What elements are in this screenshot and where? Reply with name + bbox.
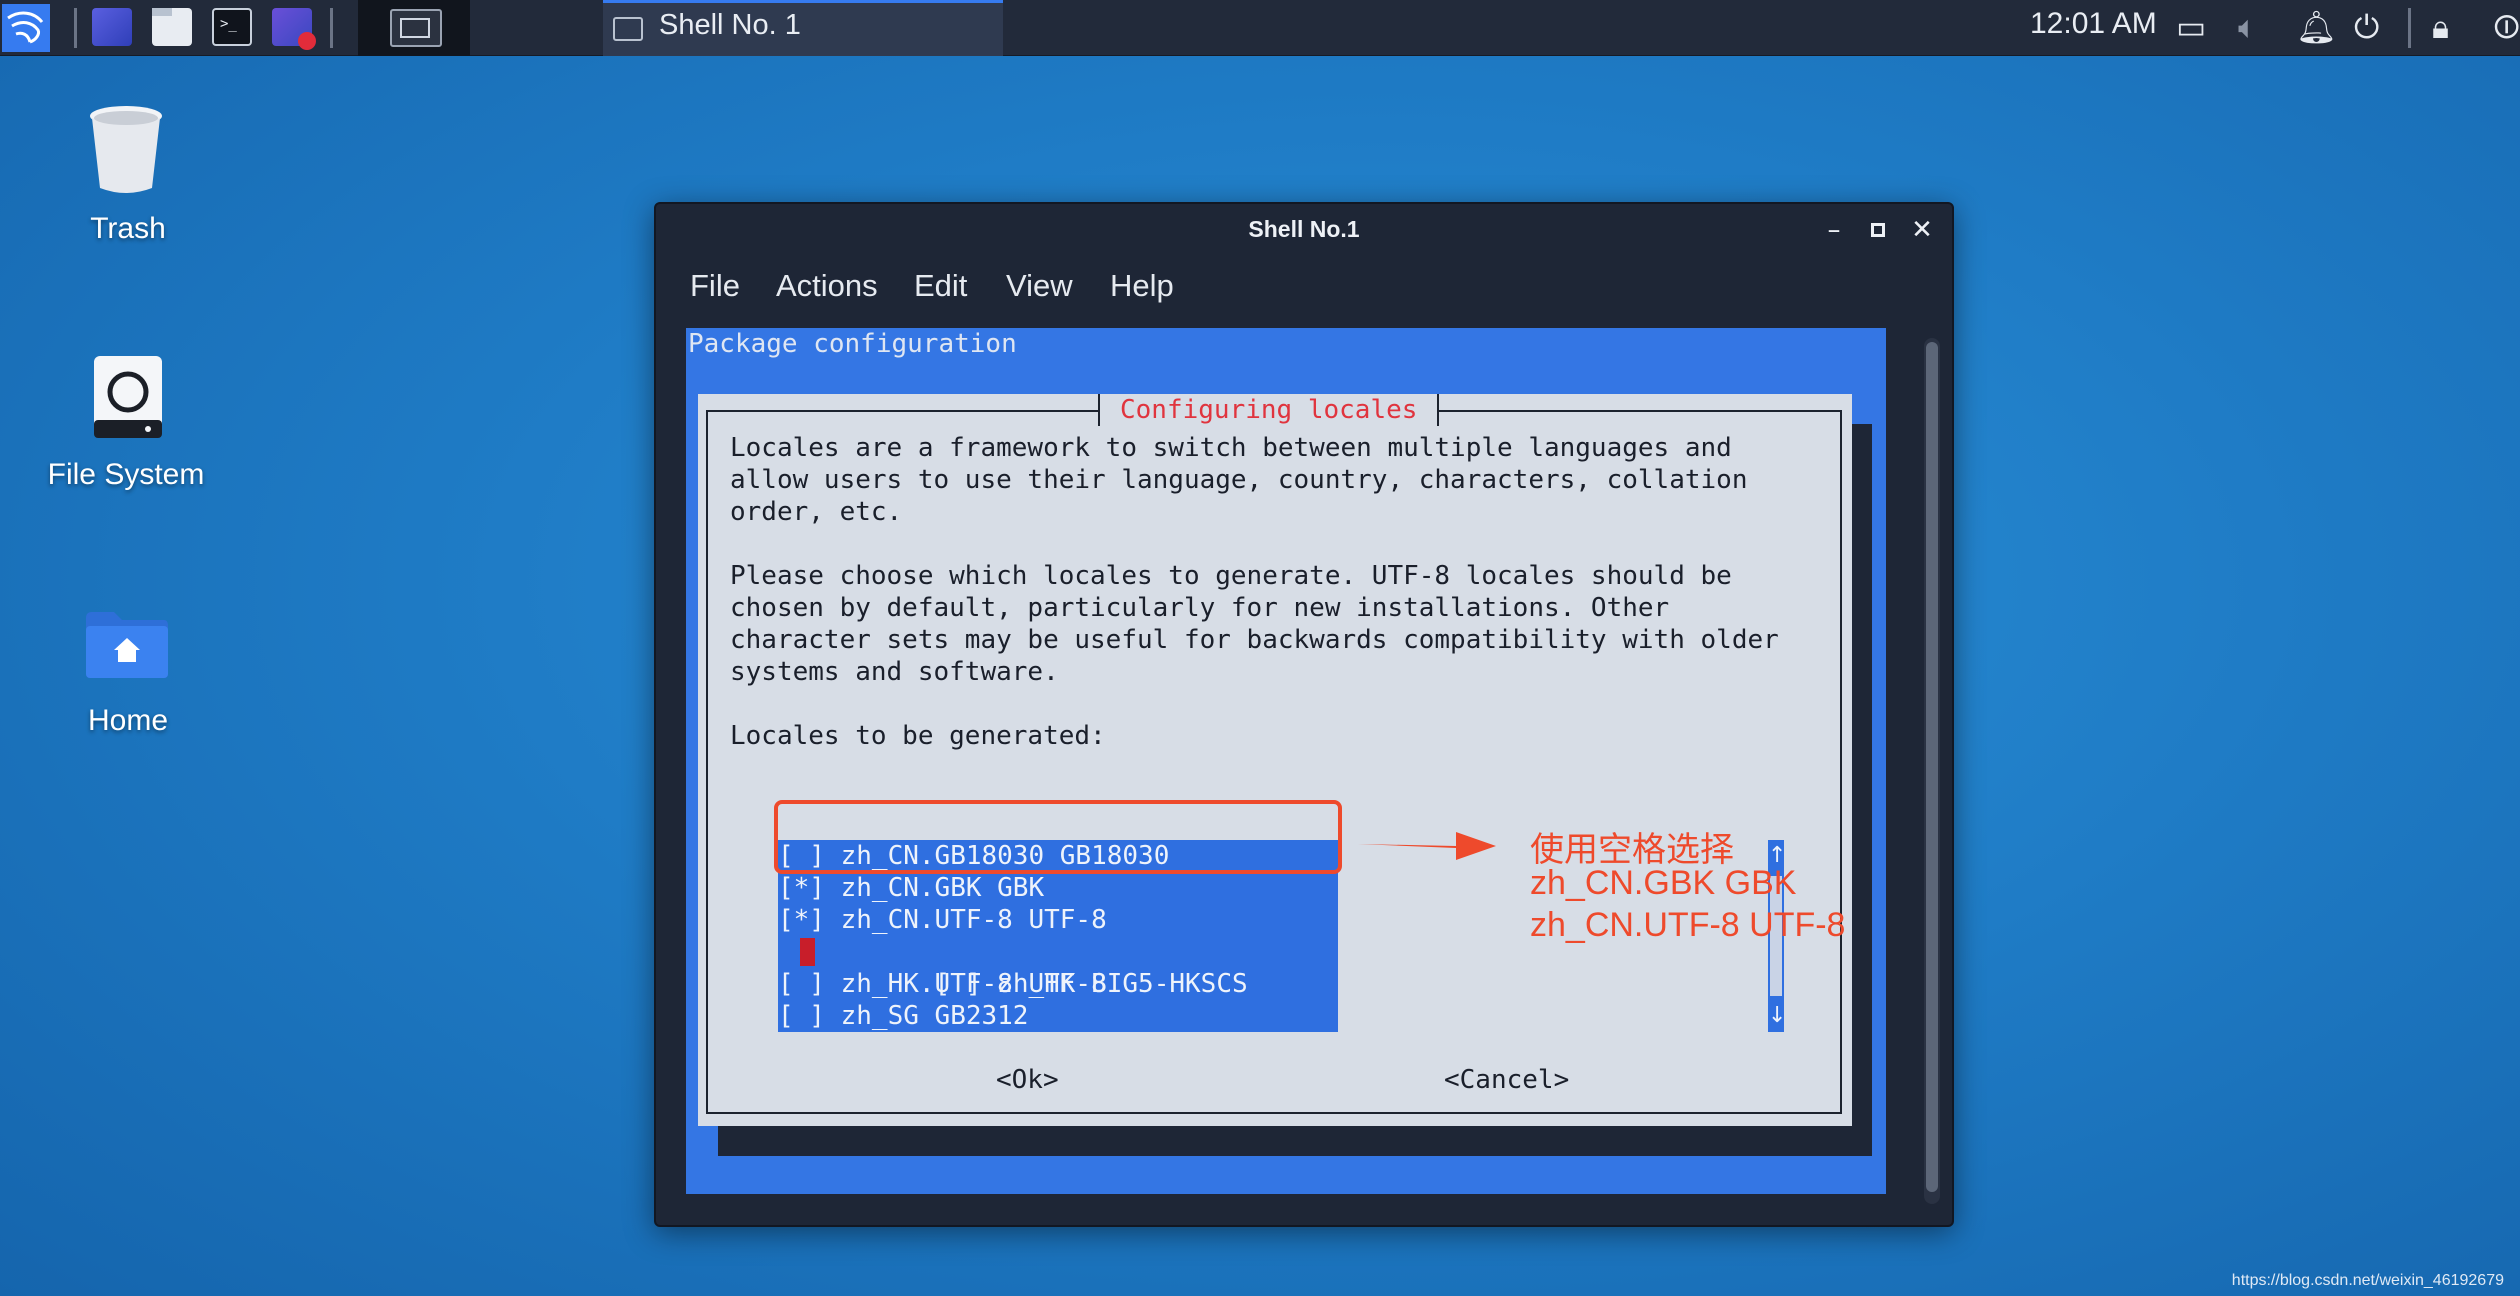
file-manager-icon[interactable] — [152, 8, 192, 46]
taskbar-separator — [2408, 8, 2411, 48]
notification-bell-icon[interactable]: 🔔︎ — [2296, 7, 2337, 47]
package-configuration-header: Package configuration — [688, 329, 1017, 359]
locale-checkbox[interactable]: [*] — [778, 873, 825, 903]
logout-icon[interactable]: ⏼ — [2494, 7, 2519, 47]
annotation-line-3: zh_CN.UTF-8 UTF-8 — [1530, 906, 1846, 944]
locale-checkbox[interactable]: [ ] — [778, 1001, 825, 1031]
taskbar: >_ Shell No. 1 12:01 AM ▭ 🔈︎ 🔔︎ ⏻ 🔒︎ ⏼ — [0, 0, 2520, 56]
locale-checkbox[interactable]: [*] — [778, 905, 825, 935]
terminal-icon[interactable]: >_ — [212, 8, 252, 46]
file-system-icon[interactable] — [92, 354, 164, 440]
dialog-description: Locales are a framework to switch betwee… — [730, 433, 1779, 751]
ok-button[interactable]: <Ok> — [996, 1064, 1059, 1096]
home-folder-icon[interactable] — [84, 610, 170, 680]
locale-name: zh_SG GB2312 — [840, 1001, 1029, 1031]
list-item[interactable]: [ ] zh_HK.UTF-8 UTF-8 — [778, 968, 1338, 1000]
workspace-icon[interactable] — [92, 8, 132, 46]
list-item[interactable]: [ ] zh_SG GB2312 — [778, 1000, 1338, 1032]
locale-name: zh_CN.UTF-8 UTF-8 — [840, 905, 1107, 935]
terminal-window: Shell No.1 – ✕ File Actions Edit View He… — [654, 202, 1954, 1227]
menu-view[interactable]: View — [1006, 268, 1073, 304]
text-cursor — [800, 938, 815, 966]
taskbar-separator — [330, 8, 333, 48]
minimize-icon[interactable]: – — [1818, 214, 1850, 246]
menu-actions[interactable]: Actions — [776, 268, 878, 304]
annotation-line-2: zh_CN.GBK GBK — [1530, 864, 1797, 902]
scroll-down-icon[interactable]: ↓ — [1768, 1000, 1786, 1032]
terminal-content[interactable]: Package configuration Configuring locale… — [686, 328, 1886, 1194]
volume-icon[interactable]: 🔈︎ — [2238, 7, 2257, 47]
workspace-terminal-thumb-icon[interactable] — [390, 9, 442, 47]
window-scrollbar[interactable] — [1924, 338, 1940, 1204]
display-icon[interactable]: ▭ — [2176, 7, 2206, 47]
cancel-button[interactable]: <Cancel> — [1444, 1064, 1569, 1096]
file-system-label[interactable]: File System — [16, 458, 236, 492]
close-icon[interactable]: ✕ — [1906, 214, 1938, 246]
list-item[interactable]: [ ] zh_HK BIG5-HKSCS — [778, 936, 1338, 999]
locales-dialog: Configuring locales Locales are a framew… — [698, 394, 1852, 1126]
menu-edit[interactable]: Edit — [914, 268, 967, 304]
terminal-window-icon — [613, 17, 643, 41]
window-title: Shell No.1 — [1248, 216, 1360, 242]
clock[interactable]: 12:01 AM — [2030, 7, 2157, 41]
list-item[interactable]: [*] zh_CN.GBK GBK — [778, 872, 1338, 904]
maximize-icon[interactable] — [1862, 214, 1894, 246]
window-scrollbar-thumb[interactable] — [1926, 342, 1938, 1192]
menu-help[interactable]: Help — [1110, 268, 1174, 304]
desktop: { "taskbar": { "clock": "12:01 AM", "tas… — [0, 0, 2520, 1296]
list-item[interactable]: [*] zh_CN.UTF-8 UTF-8 — [778, 904, 1338, 936]
locale-checkbox[interactable]: [ ] — [778, 969, 825, 999]
trash-label[interactable]: Trash — [18, 212, 238, 246]
menu-file[interactable]: File — [690, 268, 740, 304]
dialog-title: Configuring locales — [1098, 394, 1440, 426]
kali-menu-icon[interactable] — [2, 4, 50, 52]
power-icon[interactable]: ⏻ — [2354, 7, 2379, 47]
task-shell-no-1[interactable]: Shell No. 1 — [603, 0, 1003, 56]
source-watermark: https://blog.csdn.net/weixin_46192679 — [2231, 1272, 2504, 1289]
annotation-highlight-box — [774, 800, 1342, 874]
screen-recorder-icon[interactable] — [272, 8, 316, 50]
taskbar-separator — [74, 8, 77, 48]
home-label[interactable]: Home — [18, 704, 238, 738]
task-label: Shell No. 1 — [659, 9, 801, 41]
lock-icon[interactable]: 🔒︎ — [2432, 7, 2449, 47]
locale-name: zh_HK.UTF-8 UTF-8 — [840, 969, 1107, 999]
annotation-arrow-icon — [1358, 832, 1496, 860]
trash-icon[interactable] — [86, 104, 166, 196]
locale-name: zh_CN.GBK GBK — [840, 873, 1045, 903]
menubar: File Actions Edit View Help — [656, 258, 1952, 318]
